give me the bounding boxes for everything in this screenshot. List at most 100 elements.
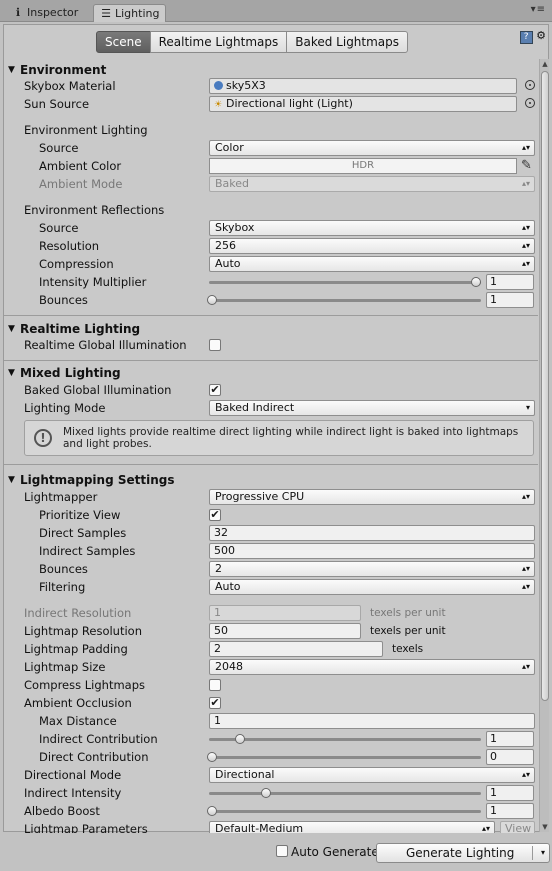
section-lightmapping-title: Lightmapping Settings <box>20 473 175 487</box>
realtime-gi-checkbox[interactable] <box>209 339 221 351</box>
vertical-scrollbar[interactable]: ▲ ▼ <box>539 59 549 832</box>
settings-content: ▼ Environment Skybox Material sky5X3 Sun … <box>4 59 538 833</box>
help-book-icon[interactable]: ? <box>519 31 533 44</box>
section-lightmapping-settings[interactable]: ▼ Lightmapping Settings <box>4 471 538 489</box>
skybox-material-label: Skybox Material <box>24 79 116 93</box>
intensity-slider-track[interactable] <box>209 281 481 284</box>
direct-contribution-slider-track[interactable] <box>209 756 481 759</box>
lightmap-resolution-input[interactable]: 50 <box>209 623 361 639</box>
gear-icon[interactable]: ⚙ <box>536 29 546 42</box>
lightmap-parameters-view-button[interactable]: View <box>500 821 535 833</box>
ambient-color-field[interactable]: HDR <box>209 158 517 174</box>
lightmap-size-dropdown[interactable]: 2048 ▴▾ <box>209 659 535 675</box>
updown-arrow-icon: ▴▾ <box>481 824 490 833</box>
row-direct-samples: Direct Samples 32 <box>4 524 538 542</box>
lightmap-resolution-unit: texels per unit <box>370 625 446 637</box>
row-indirect-contribution: Indirect Contribution 1 <box>4 730 538 748</box>
directional-mode-dropdown[interactable]: Directional ▴▾ <box>209 767 535 783</box>
row-mixed-help: ! Mixed lights provide realtime direct l… <box>4 420 538 456</box>
direct-contribution-input[interactable]: 0 <box>486 749 534 765</box>
baked-gi-label: Baked Global Illumination <box>24 383 172 397</box>
object-picker-icon[interactable] <box>525 98 535 108</box>
lightmap-parameters-dropdown[interactable]: Default-Medium ▴▾ <box>209 821 495 833</box>
indirect-intensity-slider-track[interactable] <box>209 792 481 795</box>
env-bounces-slider-handle[interactable] <box>207 295 217 305</box>
window-tab-bar: ℹ Inspector ☰ Lighting ▾≡ <box>0 0 552 22</box>
scroll-down-arrow-icon[interactable]: ▼ <box>540 822 550 832</box>
sun-source-label: Sun Source <box>24 97 90 111</box>
section-divider <box>4 464 538 465</box>
ambient-occlusion-checkbox[interactable]: ✔ <box>209 697 221 709</box>
tab-inspector-label: Inspector <box>27 6 79 19</box>
section-divider <box>4 315 538 316</box>
lightmapper-value: Progressive CPU <box>215 490 305 503</box>
baked-gi-checkbox[interactable]: ✔ <box>209 384 221 396</box>
panel-top-icons: ? ⚙ <box>519 29 546 44</box>
refl-source-dropdown[interactable]: Skybox ▴▾ <box>209 220 535 236</box>
row-environment-reflections-header: Environment Reflections <box>4 201 538 219</box>
mode-baked-lightmaps-button[interactable]: Baked Lightmaps <box>286 31 409 53</box>
window-menu-icon[interactable]: ▾≡ <box>531 4 546 15</box>
intensity-multiplier-input[interactable]: 1 <box>486 274 534 290</box>
albedo-boost-input[interactable]: 1 <box>486 803 534 819</box>
mode-scene-button[interactable]: Scene <box>96 31 151 53</box>
intensity-slider-handle[interactable] <box>471 277 481 287</box>
lightmap-padding-input[interactable]: 2 <box>209 641 383 657</box>
env-bounces-slider-track[interactable] <box>209 299 481 302</box>
row-compress-lightmaps: Compress Lightmaps <box>4 676 538 694</box>
indirect-intensity-input[interactable]: 1 <box>486 785 534 801</box>
compress-lightmaps-checkbox[interactable] <box>209 679 221 691</box>
auto-generate-checkbox[interactable] <box>276 845 288 857</box>
scrollbar-thumb[interactable] <box>541 71 549 701</box>
prioritize-view-checkbox[interactable]: ✔ <box>209 509 221 521</box>
skybox-material-field[interactable]: sky5X3 <box>209 78 517 94</box>
indirect-contribution-slider-handle[interactable] <box>235 734 245 744</box>
section-mixed-lighting[interactable]: ▼ Mixed Lighting <box>4 364 538 382</box>
compression-value: Auto <box>215 257 241 270</box>
compress-lightmaps-label: Compress Lightmaps <box>24 678 145 692</box>
filtering-dropdown[interactable]: Auto ▴▾ <box>209 579 535 595</box>
env-source-dropdown[interactable]: Color ▴▾ <box>209 140 535 156</box>
lighting-mode-label: Lighting Mode <box>24 401 106 415</box>
resolution-dropdown[interactable]: 256 ▴▾ <box>209 238 535 254</box>
lightmap-size-label: Lightmap Size <box>24 660 106 674</box>
indirect-intensity-slider-handle[interactable] <box>261 788 271 798</box>
generate-lighting-button[interactable]: Generate Lighting ▾ <box>376 843 550 863</box>
filtering-label: Filtering <box>39 580 86 594</box>
direct-contribution-slider-handle[interactable] <box>207 752 217 762</box>
lightmapper-dropdown[interactable]: Progressive CPU ▴▾ <box>209 489 535 505</box>
lighting-mode-value: Baked Indirect <box>215 401 295 414</box>
lm-bounces-dropdown[interactable]: 2 ▴▾ <box>209 561 535 577</box>
compression-dropdown[interactable]: Auto ▴▾ <box>209 256 535 272</box>
max-distance-input[interactable]: 1 <box>209 713 535 729</box>
row-skybox-material: Skybox Material sky5X3 <box>4 77 538 95</box>
lightmapper-label: Lightmapper <box>24 490 98 504</box>
direct-contribution-label: Direct Contribution <box>39 750 149 764</box>
material-sphere-icon <box>214 81 223 90</box>
row-sun-source: Sun Source ☀ Directional light (Light) <box>4 95 538 113</box>
scroll-up-arrow-icon[interactable]: ▲ <box>540 59 550 69</box>
lighting-mode-dropdown[interactable]: Baked Indirect ▾ <box>209 400 535 416</box>
row-refl-source: Source Skybox ▴▾ <box>4 219 538 237</box>
direct-samples-input[interactable]: 32 <box>209 525 535 541</box>
indirect-contribution-label: Indirect Contribution <box>39 732 158 746</box>
indirect-contribution-slider-track[interactable] <box>209 738 481 741</box>
row-environment-lighting-header: Environment Lighting <box>4 121 538 139</box>
eyedropper-icon[interactable]: ✎ <box>521 157 532 175</box>
sun-source-field[interactable]: ☀ Directional light (Light) <box>209 96 517 112</box>
section-environment-title: Environment <box>20 63 107 77</box>
albedo-boost-slider-track[interactable] <box>209 810 481 813</box>
tab-inspector[interactable]: ℹ Inspector <box>6 4 84 22</box>
tab-lighting[interactable]: ☰ Lighting <box>93 4 167 22</box>
env-bounces-input[interactable]: 1 <box>486 292 534 308</box>
max-distance-label: Max Distance <box>39 714 117 728</box>
albedo-boost-slider-handle[interactable] <box>207 806 217 816</box>
row-ambient-mode: Ambient Mode Baked ▴▾ <box>4 175 538 193</box>
chevron-down-icon[interactable]: ▾ <box>541 844 545 862</box>
section-mixed-title: Mixed Lighting <box>20 366 121 380</box>
updown-arrow-icon: ▴▾ <box>521 770 530 779</box>
indirect-contribution-input[interactable]: 1 <box>486 731 534 747</box>
mode-realtime-lightmaps-button[interactable]: Realtime Lightmaps <box>149 31 288 53</box>
indirect-samples-input[interactable]: 500 <box>209 543 535 559</box>
object-picker-icon[interactable] <box>525 80 535 90</box>
